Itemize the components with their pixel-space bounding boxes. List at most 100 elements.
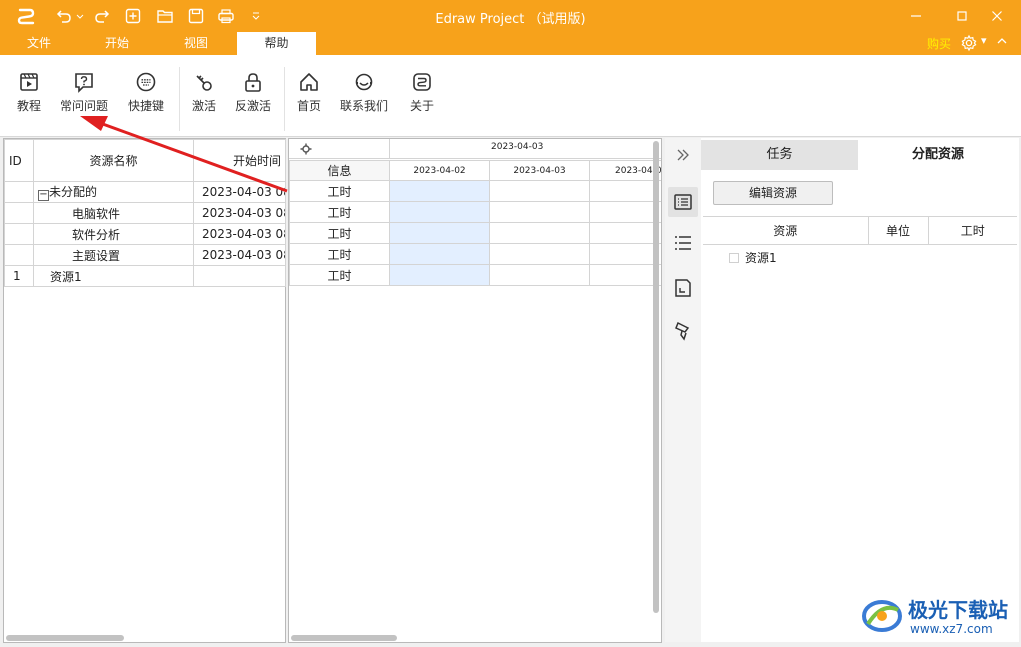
cell-id	[4, 202, 34, 224]
cell-resource-name[interactable]: 资源1	[33, 265, 194, 287]
about-button[interactable]: 关于	[406, 71, 438, 115]
table-row[interactable]: 软件分析 2023-04-03 08	[4, 223, 286, 245]
buy-link[interactable]: 购买	[927, 35, 951, 52]
grid-horizontal-scrollbar[interactable]	[6, 635, 124, 641]
document-note-icon[interactable]	[672, 277, 694, 299]
title-bar: Edraw Project （试用版)	[0, 0, 1021, 32]
cell-start-time: 2023-04-03 08	[193, 244, 286, 266]
close-icon[interactable]	[987, 6, 1007, 26]
keyboard-icon	[136, 72, 156, 92]
column-header-resource-name[interactable]: 资源名称	[33, 139, 194, 182]
cell-resource-name[interactable]: 电脑软件	[33, 202, 194, 224]
gantt-horizontal-scrollbar[interactable]	[291, 635, 397, 641]
contact-us-button[interactable]: 联系我们	[338, 71, 390, 115]
gantt-date-header: 2023-04-0	[589, 160, 661, 181]
gantt-cell[interactable]	[389, 180, 490, 202]
cell-id	[4, 181, 34, 203]
cell-resource-name[interactable]: 主题设置	[33, 244, 194, 266]
activate-button[interactable]: 激活	[188, 71, 220, 115]
video-tutorial-icon	[20, 73, 38, 91]
resource-checkbox[interactable]	[729, 253, 739, 263]
shortcuts-button[interactable]: 快捷键	[124, 71, 168, 115]
column-header-work-hours[interactable]: 工时	[927, 216, 1017, 245]
gantt-row[interactable]: 工时	[289, 243, 661, 265]
resource-panel-tab[interactable]	[668, 187, 698, 217]
cell-id: 1	[4, 265, 34, 287]
edit-resources-button[interactable]: 编辑资源	[713, 181, 833, 205]
tab-start[interactable]: 开始	[78, 32, 156, 55]
home-icon	[300, 73, 318, 91]
column-header-unit[interactable]: 单位	[867, 216, 929, 245]
assignment-table: 资源 单位 工时	[703, 216, 1017, 245]
tab-tasks[interactable]: 任务	[701, 140, 858, 170]
column-header-start-time[interactable]: 开始时间	[193, 139, 286, 182]
table-row[interactable]: −未分配的 2023-04-03 08	[4, 181, 286, 203]
cell-id	[4, 244, 34, 266]
gantt-cell[interactable]	[389, 243, 490, 265]
ribbon-separator	[179, 67, 180, 131]
gantt-cell[interactable]	[389, 264, 490, 286]
cell-start-time: 2023-04-03 08	[193, 202, 286, 224]
cell-start-time	[193, 265, 286, 287]
gantt-cell[interactable]	[389, 201, 490, 223]
gantt-row-label: 工时	[289, 264, 390, 286]
gantt-cell[interactable]	[589, 201, 661, 223]
collapse-toggle-icon[interactable]: −	[38, 190, 49, 201]
gantt-cell[interactable]	[489, 243, 590, 265]
watermark-site-name: 极光下载站	[908, 598, 1008, 622]
gantt-cell[interactable]	[489, 264, 590, 286]
cell-start-time: 2023-04-03 08	[193, 223, 286, 245]
resource-list-icon	[674, 194, 692, 210]
tab-assign-resources[interactable]: 分配资源	[859, 140, 1017, 170]
cell-resource-name[interactable]: −未分配的	[33, 181, 194, 203]
table-row[interactable]: 1 资源1	[4, 265, 286, 287]
column-header-resource[interactable]: 资源	[703, 216, 869, 245]
table-row[interactable]: 电脑软件 2023-04-03 08	[4, 202, 286, 224]
tutorial-button[interactable]: 教程	[10, 71, 48, 115]
gantt-date-header: 2023-04-03	[489, 160, 590, 181]
deactivate-button[interactable]: 反激活	[231, 71, 275, 115]
gantt-vertical-scrollbar[interactable]	[653, 141, 659, 613]
gantt-cell[interactable]	[489, 201, 590, 223]
window-title: Edraw Project （试用版)	[435, 12, 586, 27]
gantt-cell[interactable]	[589, 180, 661, 202]
gantt-cell[interactable]	[589, 264, 661, 286]
watermark-url: www.xz7.com	[910, 622, 993, 636]
gantt-row-label: 工时	[289, 243, 390, 265]
gantt-row[interactable]: 工时	[289, 201, 661, 223]
watermark: 极光下载站 www.xz7.com	[860, 592, 1020, 642]
maximize-icon[interactable]	[952, 6, 972, 26]
tab-view[interactable]: 视图	[157, 32, 235, 55]
gantt-info-header: 信息	[289, 160, 390, 181]
tab-help[interactable]: 帮助	[237, 32, 316, 55]
bullet-list-icon[interactable]	[672, 232, 694, 254]
resource-assignment-panel: 任务 分配资源 编辑资源 资源 单位 工时 资源1	[701, 138, 1019, 642]
group-name: 未分配的	[49, 185, 98, 199]
column-header-id[interactable]: ID	[4, 139, 34, 182]
settings-dropdown-icon[interactable]: ▾	[981, 34, 987, 47]
table-row[interactable]: 主题设置 2023-04-03 08	[4, 244, 286, 266]
settings-gear-icon[interactable]	[960, 34, 978, 52]
minimize-icon[interactable]	[906, 6, 926, 26]
tab-file[interactable]: 文件	[0, 32, 78, 55]
format-brush-icon[interactable]	[672, 320, 694, 342]
gantt-row[interactable]: 工时	[289, 222, 661, 244]
app-logo-icon	[413, 73, 431, 91]
gantt-cell[interactable]	[489, 180, 590, 202]
timescale-settings-icon[interactable]	[299, 142, 313, 156]
collapse-ribbon-icon[interactable]	[996, 35, 1008, 50]
gantt-cell[interactable]	[389, 222, 490, 244]
double-chevron-right-icon[interactable]	[674, 146, 692, 164]
gantt-cell[interactable]	[589, 222, 661, 244]
ribbon-separator	[284, 67, 285, 131]
cell-resource-name[interactable]: 软件分析	[33, 223, 194, 245]
homepage-button[interactable]: 首页	[293, 71, 325, 115]
gantt-cell[interactable]	[589, 243, 661, 265]
homepage-label: 首页	[296, 99, 321, 113]
faq-button[interactable]: 常问问题	[56, 71, 112, 115]
gantt-row[interactable]: 工时	[289, 264, 661, 286]
list-item[interactable]: 资源1	[729, 250, 777, 268]
gantt-cell[interactable]	[489, 222, 590, 244]
resource-item-label: 资源1	[745, 251, 777, 265]
gantt-row[interactable]: 工时	[289, 180, 661, 202]
